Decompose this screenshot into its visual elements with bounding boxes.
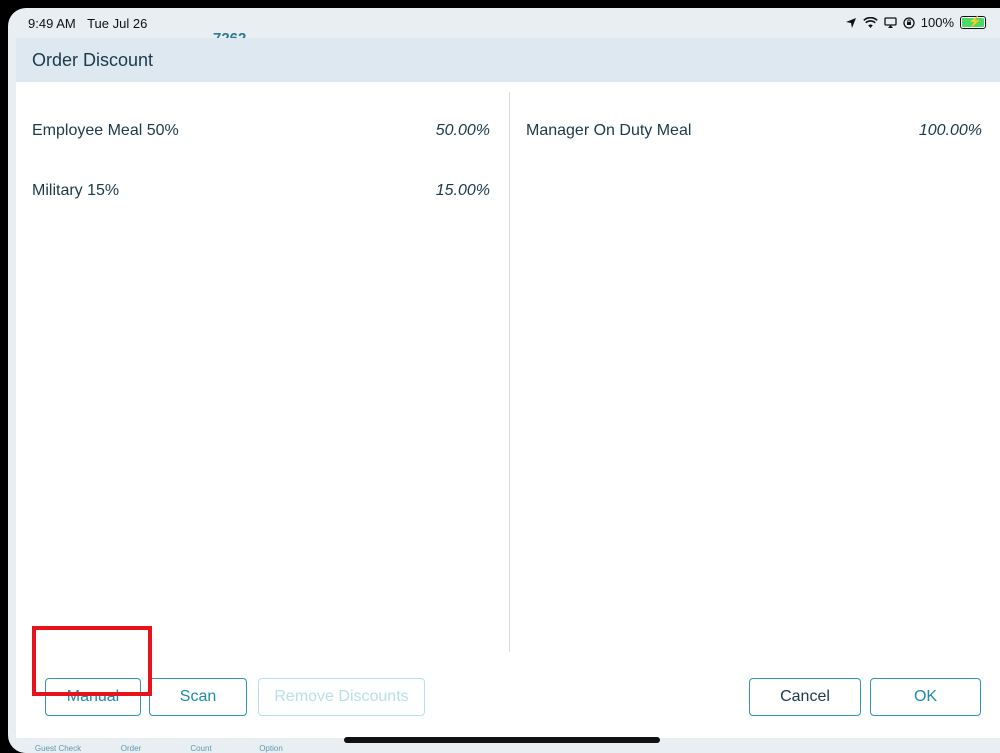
status-bar: 9:49 AM Tue Jul 26 100% ⚡ [8,8,1000,38]
discount-column-right: Manager On Duty Meal 100.00% [510,82,1000,652]
discount-name: Manager On Duty Meal [526,122,692,139]
dialog-header: Order Discount [16,38,1000,82]
discount-list: Employee Meal 50% 50.00% Military 15% 15… [16,82,1000,652]
battery-percent: 100% [920,15,954,30]
discount-value: 100.00% [918,122,982,139]
discount-column-left: Employee Meal 50% 50.00% Military 15% 15… [16,82,508,652]
screen-mirror-icon [884,16,897,28]
status-date: Tue Jul 26 [87,16,148,31]
manual-button[interactable]: Manual [45,678,141,716]
orientation-lock-icon [903,16,915,29]
home-indicator [344,737,660,743]
tab-option[interactable]: Option [236,744,306,753]
discount-name: Employee Meal 50% [32,122,179,139]
discount-military[interactable]: Military 15% 15.00% [16,161,508,221]
remove-discounts-button[interactable]: Remove Discounts [258,678,425,716]
tab-order[interactable]: Order [96,744,166,753]
location-arrow-icon [845,17,856,28]
tab-count[interactable]: Count [166,744,236,753]
order-discount-dialog: Order Discount Employee Meal 50% 50.00% … [16,38,1000,738]
discount-manager-on-duty-meal[interactable]: Manager On Duty Meal 100.00% [510,101,1000,161]
tab-guest-check[interactable]: Guest Check [23,744,93,753]
status-time: 9:49 AM [28,16,76,31]
dialog-title: Order Discount [32,49,154,70]
dialog-footer: Manual Scan Remove Discounts Cancel OK [16,678,1000,728]
cancel-button[interactable]: Cancel [749,678,861,716]
wifi-icon [863,16,878,28]
discount-value: 50.00% [435,122,490,139]
ok-button[interactable]: OK [870,678,981,716]
discount-value: 15.00% [435,182,490,199]
device-screen: 9:49 AM Tue Jul 26 100% ⚡ 7262 Order Dis… [8,8,1000,753]
discount-employee-meal[interactable]: Employee Meal 50% 50.00% [16,101,508,161]
discount-name: Military 15% [32,182,120,199]
battery-charging-icon: ⚡ [960,16,986,29]
scan-button[interactable]: Scan [149,678,247,716]
